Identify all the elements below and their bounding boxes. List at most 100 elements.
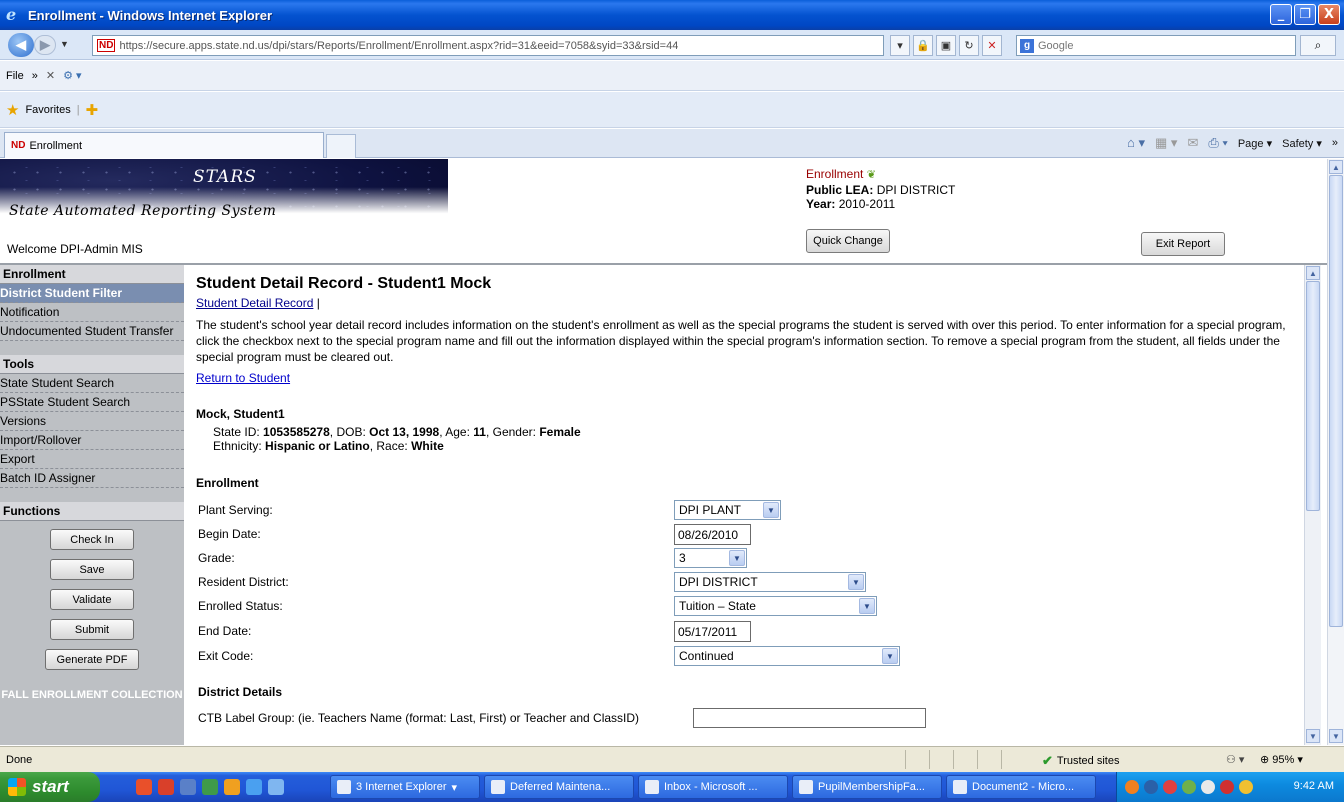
tray-icon[interactable] xyxy=(1144,780,1158,794)
student-detail-record-link[interactable]: Student Detail Record xyxy=(196,296,313,310)
search-input[interactable]: g Google xyxy=(1016,35,1296,56)
resident-district-select[interactable]: DPI DISTRICT ▼ xyxy=(674,572,866,592)
volume-icon[interactable] xyxy=(1201,780,1215,794)
dob-value: Oct 13, 1998 xyxy=(369,425,440,439)
window-title-bar[interactable]: e Enrollment - Windows Internet Explorer… xyxy=(0,0,1344,30)
check-in-button[interactable]: Check In xyxy=(50,529,134,550)
new-tab-button[interactable] xyxy=(326,134,356,158)
outlook-icon xyxy=(645,780,659,794)
compatibility-icon[interactable]: ▣ xyxy=(936,35,956,56)
return-to-student-link[interactable]: Return to Student xyxy=(196,371,290,385)
quick-change-button[interactable]: Quick Change xyxy=(806,229,890,253)
quicklaunch-icon[interactable] xyxy=(202,779,218,795)
history-dropdown-icon[interactable]: ▼ xyxy=(60,39,69,49)
quicklaunch-icon[interactable] xyxy=(180,779,196,795)
taskbar-item-document2[interactable]: Document2 - Micro... xyxy=(946,775,1096,799)
favorites-button[interactable]: Favorites xyxy=(25,104,70,116)
word-icon xyxy=(799,780,813,794)
plant-serving-select[interactable]: DPI PLANT ▼ xyxy=(674,500,781,520)
sidebar-item-state-student-search[interactable]: State Student Search xyxy=(0,374,184,393)
page-scroll-down-icon[interactable]: ▼ xyxy=(1329,729,1343,743)
report-info: Enrollment ❦ Public LEA: DPI DISTRICT Ye… xyxy=(806,167,955,211)
feeds-icon[interactable]: ▦ ▾ xyxy=(1155,135,1177,151)
submit-button[interactable]: Submit xyxy=(50,619,134,640)
zoom-control[interactable]: ⊕ 95% ▾ xyxy=(1260,753,1303,766)
search-button[interactable]: ⌕ xyxy=(1300,35,1336,56)
favorites-star-icon[interactable]: ★ xyxy=(6,101,19,119)
sidebar-item-undocumented-student-transfer[interactable]: Undocumented Student Transfer xyxy=(0,322,184,341)
page-scroll-thumb[interactable] xyxy=(1329,175,1343,627)
quicklaunch-icon[interactable] xyxy=(158,779,174,795)
lock-icon[interactable]: 🔒 xyxy=(913,35,933,56)
scroll-up-icon[interactable]: ▲ xyxy=(1306,266,1320,280)
generate-pdf-button[interactable]: Generate PDF xyxy=(45,649,139,670)
back-button[interactable]: ◀ xyxy=(8,33,34,57)
zoom-level: 95% xyxy=(1272,754,1295,766)
taskbar-item-pupil-membership[interactable]: PupilMembershipFa... xyxy=(792,775,942,799)
minimize-button[interactable]: _ xyxy=(1270,4,1292,25)
protected-mode-icon[interactable]: ⚇ ▾ xyxy=(1226,753,1244,766)
quicklaunch-icon[interactable] xyxy=(268,779,284,795)
sidebar-item-import-rollover[interactable]: Import/Rollover xyxy=(0,431,184,450)
tray-icon[interactable] xyxy=(1220,780,1234,794)
quicklaunch-icon[interactable] xyxy=(224,779,240,795)
validate-button[interactable]: Validate xyxy=(50,589,134,610)
mail-icon[interactable]: ✉ xyxy=(1187,135,1198,151)
taskbar-item-internet-explorer[interactable]: 3 Internet Explorer ▾ xyxy=(330,775,480,799)
exit-report-button[interactable]: Exit Report xyxy=(1141,232,1225,256)
enrolled-status-select[interactable]: Tuition – State ▼ xyxy=(674,596,877,616)
address-url[interactable]: https://secure.apps.state.nd.us/dpi/star… xyxy=(119,40,678,52)
stop-icon[interactable]: ✕ xyxy=(982,35,1002,56)
content-scroll-thumb[interactable] xyxy=(1306,281,1320,511)
page-scroll-up-icon[interactable]: ▲ xyxy=(1329,160,1343,174)
ctb-label-group-input[interactable] xyxy=(693,708,926,728)
ie-quicklaunch-icon[interactable] xyxy=(246,779,262,795)
taskbar-item-inbox[interactable]: Inbox - Microsoft ... xyxy=(638,775,788,799)
sidebar-item-notification[interactable]: Notification xyxy=(0,303,184,322)
page-menu[interactable]: Page ▾ xyxy=(1238,137,1272,150)
home-icon[interactable]: ⌂ ▾ xyxy=(1127,135,1145,151)
clock[interactable]: 9:42 AM xyxy=(1294,780,1334,792)
tray-icon[interactable] xyxy=(1125,780,1139,794)
tray-icon[interactable] xyxy=(1182,780,1196,794)
tab-enrollment[interactable]: ND Enrollment xyxy=(4,132,324,158)
sidebar-item-psstate-student-search[interactable]: PSState Student Search xyxy=(0,393,184,412)
print-icon[interactable]: ⎙ ▾ xyxy=(1208,135,1227,151)
menu-file[interactable]: File xyxy=(6,70,24,82)
close-button[interactable]: X xyxy=(1318,4,1340,25)
scroll-down-icon[interactable]: ▼ xyxy=(1306,729,1320,743)
sidebar-item-district-student-filter[interactable]: District Student Filter xyxy=(0,284,184,303)
plant-serving-label: Plant Serving: xyxy=(198,503,273,517)
end-date-field[interactable]: 05/17/2011 xyxy=(674,621,751,642)
command-more[interactable]: » xyxy=(1332,137,1338,149)
address-dropdown-icon[interactable]: ▾ xyxy=(890,35,910,56)
sidebar-item-batch-id-assigner[interactable]: Batch ID Assigner xyxy=(0,469,184,488)
content-scrollbar[interactable]: ▲ ▼ xyxy=(1304,265,1321,745)
start-button[interactable]: start xyxy=(0,772,100,802)
menu-more[interactable]: » xyxy=(32,70,38,82)
end-date-label: End Date: xyxy=(198,624,252,638)
quicklaunch-icon[interactable] xyxy=(136,779,152,795)
maximize-button[interactable]: ❐ xyxy=(1294,4,1316,25)
begin-date-field[interactable]: 08/26/2010 xyxy=(674,524,751,545)
address-bar[interactable]: ND https://secure.apps.state.nd.us/dpi/s… xyxy=(92,35,884,56)
task-label: Document2 - Micro... xyxy=(972,781,1075,793)
close-tab-icon[interactable]: ✕ xyxy=(46,69,55,82)
forward-button[interactable]: ▶ xyxy=(34,35,56,55)
save-button[interactable]: Save xyxy=(50,559,134,580)
tray-icon[interactable] xyxy=(1163,780,1177,794)
page-scrollbar[interactable]: ▲ ▼ xyxy=(1327,159,1344,745)
tools-icon[interactable]: ⚙ ▾ xyxy=(63,69,81,82)
sidebar-heading-enrollment: Enrollment xyxy=(0,265,184,284)
sidebar-item-versions[interactable]: Versions xyxy=(0,412,184,431)
safety-menu[interactable]: Safety ▾ xyxy=(1282,137,1322,150)
add-favorite-icon[interactable]: ✚ xyxy=(86,101,99,119)
grade-select[interactable]: 3 ▼ xyxy=(674,548,747,568)
sidebar-item-export[interactable]: Export xyxy=(0,450,184,469)
exit-code-select[interactable]: Continued ▼ xyxy=(674,646,900,666)
refresh-icon[interactable]: ↻ xyxy=(959,35,979,56)
taskbar-item-deferred-maintenance[interactable]: Deferred Maintena... xyxy=(484,775,634,799)
security-zone[interactable]: ✔ Trusted sites xyxy=(1042,753,1119,769)
tray-icon[interactable] xyxy=(1239,780,1253,794)
